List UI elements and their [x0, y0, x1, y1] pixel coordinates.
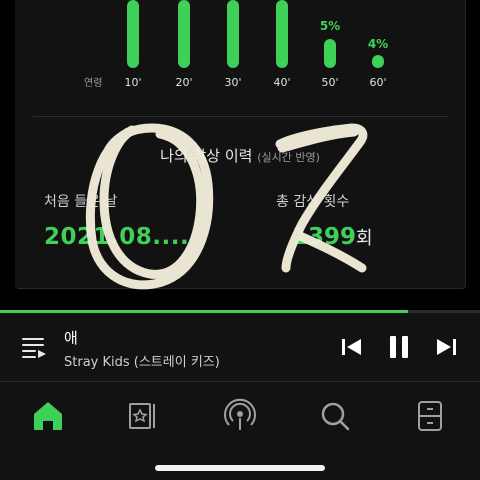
total-plays-value: 1399회	[292, 224, 373, 250]
age-pct-60s: 4%	[367, 37, 389, 51]
age-bar-40s	[276, 0, 288, 68]
home-indicator	[155, 465, 325, 471]
age-bar-10s	[127, 0, 139, 68]
app-screen: 연령 5% 4% 10' 20' 30' 40' 50' 60' 나의 감상 이…	[0, 0, 480, 480]
history-subtitle: (실시간 반영)	[257, 151, 320, 164]
queue-list-icon[interactable]	[22, 335, 48, 359]
age-label-40s: 40'	[273, 76, 291, 89]
search-icon[interactable]	[313, 394, 357, 438]
age-label-10s: 10'	[124, 76, 142, 89]
bottom-nav	[0, 382, 480, 480]
age-axis-label: 연령	[84, 78, 103, 89]
first-listen-value: 2021.08....	[44, 224, 190, 250]
skip-previous-icon[interactable]	[337, 333, 365, 361]
total-plays-unit: 회	[356, 228, 373, 249]
age-label-50s: 50'	[321, 76, 339, 89]
age-pct-50s: 5%	[319, 19, 341, 33]
mini-player[interactable]: 애 Stray Kids (스트레이 키즈)	[0, 313, 480, 381]
browse-icon[interactable]	[120, 394, 164, 438]
first-listen-label: 처음 들은 날	[44, 194, 118, 210]
age-bar-60s	[372, 55, 384, 68]
age-bar-20s	[178, 0, 190, 68]
total-plays-label: 총 감상 횟수	[276, 194, 350, 210]
track-artist[interactable]: Stray Kids (스트레이 키즈)	[64, 351, 220, 370]
history-title-text: 나의 감상 이력	[160, 147, 253, 165]
age-label-30s: 30'	[224, 76, 242, 89]
library-icon[interactable]	[409, 394, 453, 438]
skip-next-icon[interactable]	[433, 333, 461, 361]
total-plays-number: 1399	[292, 224, 357, 250]
age-bar-50s	[324, 39, 336, 68]
age-distribution-chart: 연령 5% 4% 10' 20' 30' 40' 50' 60'	[0, 0, 480, 95]
home-icon[interactable]	[26, 394, 70, 438]
history-title: 나의 감상 이력 (실시간 반영)	[0, 145, 480, 166]
section-divider	[33, 116, 448, 117]
age-label-20s: 20'	[175, 76, 193, 89]
track-title[interactable]: 애	[64, 327, 78, 348]
age-label-60s: 60'	[369, 76, 387, 89]
podcast-icon[interactable]	[218, 394, 262, 438]
pause-icon[interactable]	[385, 333, 413, 361]
age-bar-30s	[227, 0, 239, 68]
